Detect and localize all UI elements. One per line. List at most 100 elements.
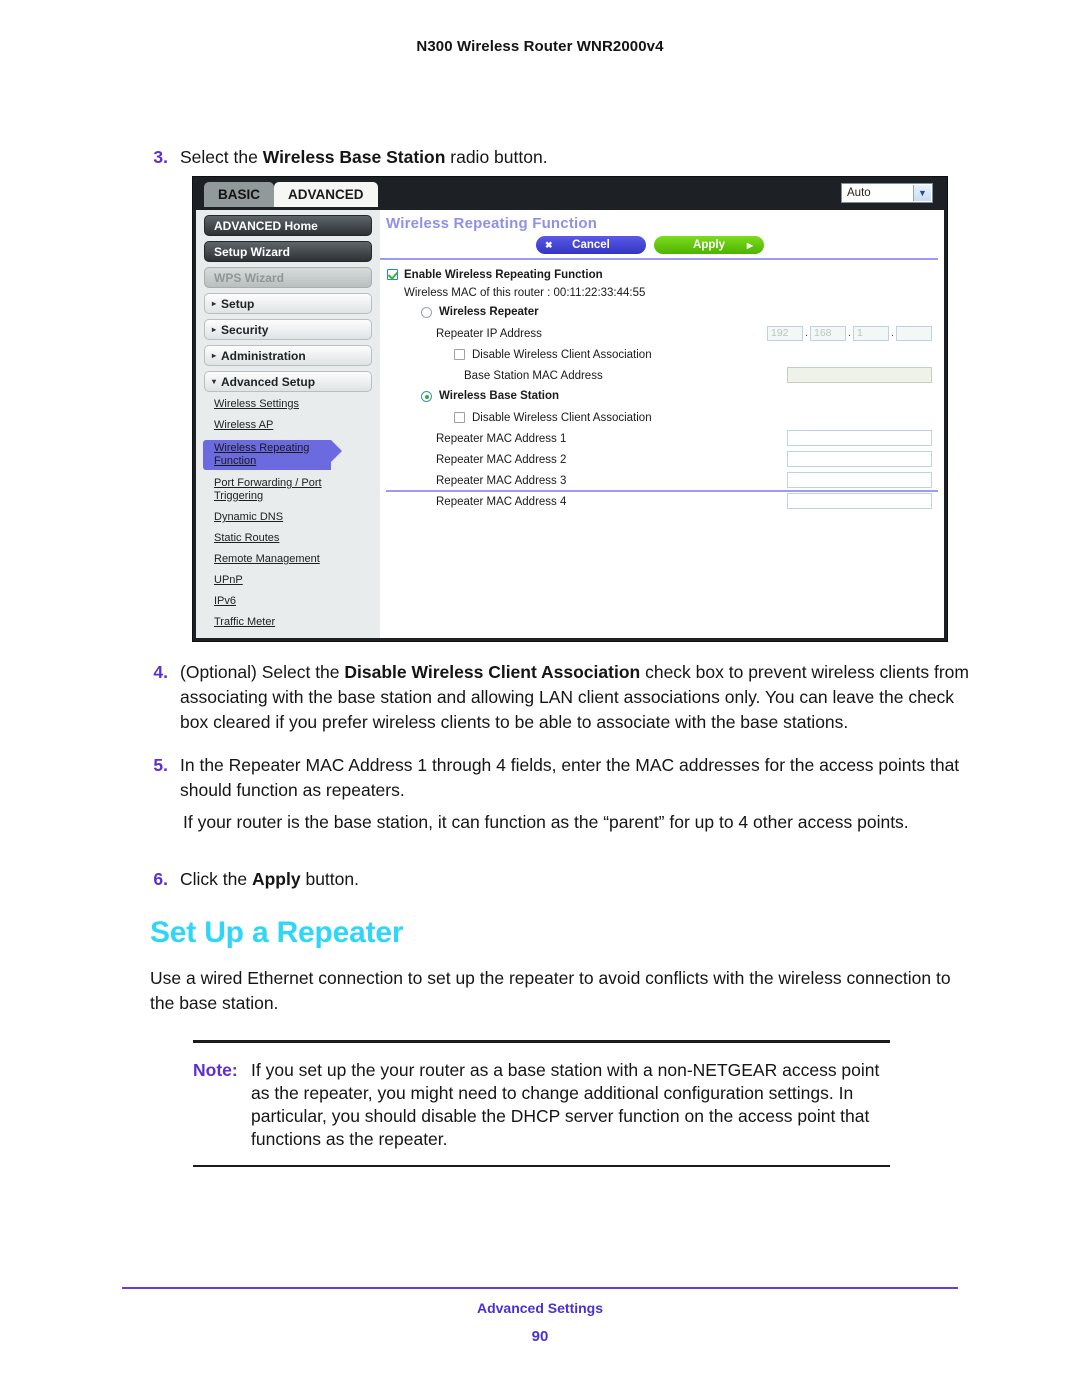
close-icon: ✖ [545,239,553,250]
sidebar-link-ipv6[interactable]: IPv6 [214,595,342,608]
tab-advanced[interactable]: ADVANCED [274,182,378,207]
page-running-header: N300 Wireless Router WNR2000v4 [416,38,664,55]
step-4-number: 4. [153,662,168,682]
wireless-base-station-label: Wireless Base Station [439,390,560,402]
wireless-repeater-radio[interactable] [421,307,432,318]
sidebar-category-administration[interactable]: ▸ Administration [204,345,372,366]
tab-bar: BASIC ADVANCED [204,182,378,207]
screenshot-topbar: BASIC ADVANCED Auto ▼ [193,177,947,210]
paragraph-intro: Use a wired Ethernet connection to set u… [150,968,951,1013]
repeater-ip-label: Repeater IP Address [436,328,542,340]
sidebar-link-port-forwarding-port-triggering[interactable]: Port Forwarding / Port Triggering [214,477,342,503]
base-station-mac-input[interactable] [787,367,932,383]
language-select-value: Auto [847,187,871,199]
row-repeater-mac-1: Repeater MAC Address 1 [386,429,938,450]
step-4-text: (Optional) Select the Disable Wireless C… [180,660,975,735]
repeater-ip-octet-2[interactable]: 168 [810,326,846,341]
step-6-number: 6. [153,869,168,889]
row-wireless-base-station-radio: Wireless Base Station [386,387,938,408]
sidebar-link-remote-management[interactable]: Remote Management [214,553,342,566]
note-label: Note: [193,1059,238,1080]
content-pane: Wireless Repeating Function ✖ Cancel App… [380,210,944,638]
row-enable: Enable Wireless Repeating Function [386,266,938,285]
sidebar-category-security-label: Security [221,322,269,337]
repeater-mac-4-input[interactable] [787,493,932,509]
sidebar-sublinks: Wireless Settings Wireless AP Wireless R… [196,398,380,629]
chevron-right-icon: ▸ [212,325,217,334]
sidebar-item-setup-wizard[interactable]: Setup Wizard [204,241,372,262]
row-disable-assoc-base: Disable Wireless Client Association [386,408,938,429]
sidebar-category-setup-label: Setup [221,296,255,311]
router-mac-text: Wireless MAC of this router : 00:11:22:3… [404,287,646,299]
step-6-pre: Click the [180,869,252,889]
sidebar-link-wireless-settings[interactable]: Wireless Settings [214,398,342,411]
step-5: 5. In the Repeater MAC Address 1 through… [150,753,975,803]
apply-button[interactable]: Apply ▶ [654,236,764,254]
step-6-text: Click the Apply button. [180,867,975,892]
disable-client-association-label-repeater: Disable Wireless Client Association [472,349,652,361]
step-4-bold: Disable Wireless Client Association [344,662,641,682]
pane-action-buttons: ✖ Cancel Apply ▶ [536,236,764,254]
pane-title: Wireless Repeating Function [386,215,598,232]
repeater-mac-1-input[interactable] [787,430,932,446]
step-3-post: radio button. [445,147,548,167]
repeater-mac-2-input[interactable] [787,451,932,467]
step-3: 3. Select the Wireless Base Station radi… [150,145,970,170]
sidebar-link-upnp[interactable]: UPnP [214,574,342,587]
repeater-ip-input-group: 192 . 168 . 1 . [767,326,932,341]
sidebar-link-wireless-repeating-function[interactable]: Wireless Repeating Function [203,440,342,470]
sidebar-item-wps-wizard[interactable]: WPS Wizard [204,267,372,288]
cancel-button[interactable]: ✖ Cancel [536,236,646,254]
step-3-text: Select the Wireless Base Station radio b… [180,145,970,170]
sidebar-item-advanced-home[interactable]: ADVANCED Home [204,215,372,236]
step-4-pre: (Optional) Select the [180,662,345,682]
repeating-function-form: Enable Wireless Repeating Function Wirel… [386,266,938,513]
paragraph-parent-note: If your router is the base station, it c… [183,812,909,832]
wireless-base-station-radio[interactable] [421,391,432,402]
row-base-station-mac: Base Station MAC Address [386,366,938,387]
footer-section-name: Advanced Settings [476,1300,604,1316]
row-disable-assoc-repeater: Disable Wireless Client Association [386,345,938,366]
step-3-pre: Select the [180,147,263,167]
sidebar-category-setup[interactable]: ▸ Setup [204,293,372,314]
repeater-ip-octet-4[interactable] [896,326,932,341]
base-station-mac-label: Base Station MAC Address [464,370,603,382]
repeater-mac-3-label: Repeater MAC Address 3 [436,475,567,487]
row-repeater-ip: Repeater IP Address 192 . 168 . 1 . [386,324,938,345]
ip-dot-separator: . [891,328,894,339]
repeater-ip-octet-1[interactable]: 192 [767,326,803,341]
apply-button-label: Apply [693,239,725,251]
footer-divider [122,1287,958,1289]
tab-basic[interactable]: BASIC [204,182,275,207]
pane-divider-bottom [386,490,938,492]
step-5-number: 5. [153,755,168,775]
sidebar-link-static-routes[interactable]: Static Routes [214,532,342,545]
sidebar-category-security[interactable]: ▸ Security [204,319,372,340]
enable-repeating-label: Enable Wireless Repeating Function [404,269,603,281]
arrow-right-icon: ▶ [746,240,753,250]
repeater-mac-1-label: Repeater MAC Address 1 [436,433,567,445]
sidebar-category-advanced-setup[interactable]: ▾ Advanced Setup [204,371,372,392]
repeater-ip-octet-3[interactable]: 1 [853,326,889,341]
disable-client-association-checkbox-base[interactable] [454,412,465,423]
page-title: Set Up a Repeater [150,916,404,949]
repeater-mac-4-label: Repeater MAC Address 4 [436,496,567,508]
enable-repeating-checkbox[interactable] [387,269,398,280]
language-select[interactable]: Auto ▼ [841,183,933,203]
sidebar-nav: ADVANCED Home Setup Wizard WPS Wizard ▸ … [196,210,380,638]
step-6-bold: Apply [251,869,301,889]
row-repeater-mac-2: Repeater MAC Address 2 [386,450,938,471]
ip-dot-separator: . [848,328,851,339]
repeater-mac-3-input[interactable] [787,472,932,488]
chevron-right-icon: ▸ [212,351,217,360]
disable-client-association-checkbox-repeater[interactable] [454,349,465,360]
sidebar-link-traffic-meter[interactable]: Traffic Meter [214,616,342,629]
sidebar-link-wireless-ap[interactable]: Wireless AP [214,419,342,432]
step-5-text: In the Repeater MAC Address 1 through 4 … [180,755,960,800]
note-divider-bottom [193,1164,890,1167]
ip-dot-separator: . [805,328,808,339]
sidebar-link-dynamic-dns[interactable]: Dynamic DNS [214,511,342,524]
row-repeater-mac-4: Repeater MAC Address 4 [386,492,938,513]
sidebar-category-advanced-setup-label: Advanced Setup [221,374,316,389]
step-4: 4. (Optional) Select the Disable Wireles… [150,660,975,735]
